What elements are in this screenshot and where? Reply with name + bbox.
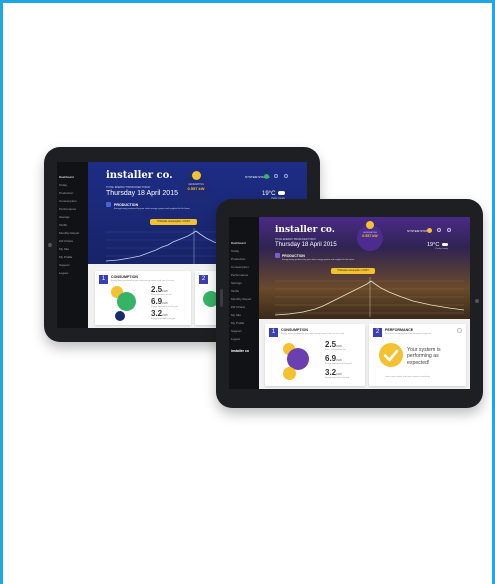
back-sidebar-item[interactable]: Logout	[57, 269, 88, 277]
consumption-export-bubble	[115, 311, 125, 321]
front-date: Thursday 18 April 2015	[275, 242, 337, 248]
back-sidebar-item[interactable]: My Profile	[57, 253, 88, 261]
front-consumption-title: CONSUMPTION	[281, 328, 308, 332]
front-hero: installer co. TOTAL ENERGY PRODUCED TODA…	[259, 217, 470, 319]
front-tablet: Dashboard Today Production Consumption P…	[216, 199, 483, 408]
production-icon	[275, 253, 280, 258]
front-badge-value: 0.557 kW	[362, 234, 378, 238]
front-sidebar-item[interactable]: Logout	[229, 335, 259, 343]
share-icon	[274, 174, 278, 178]
back-sidebar-item[interactable]: Today	[57, 181, 88, 189]
front-sidebar-item[interactable]: Savings	[229, 279, 259, 287]
front-performance-footer[interactable]: Learn more about how your system is work…	[385, 376, 430, 378]
front-performance-title: PERFORMANCE	[385, 328, 414, 332]
back-sidebar-item[interactable]: Tariffs	[57, 221, 88, 229]
front-brand-logo: installer co.	[275, 225, 335, 235]
back-date: Thursday 18 April 2015	[106, 190, 178, 197]
front-consumption-desc: Energy being produced by your solar ener…	[281, 333, 344, 335]
back-badge-value: 0.557 kW	[187, 186, 205, 191]
back-sidebar-item[interactable]: Production	[57, 189, 88, 197]
back-stat-export: 3.2kWh Energy exported to the grid	[151, 309, 176, 320]
back-card-number: 1	[99, 275, 108, 284]
front-sidebar-item[interactable]: Production	[229, 255, 259, 263]
back-sidebar: Dashboard Today Production Consumption P…	[57, 162, 88, 328]
back-stat-grid: 6.9kWh Energy imported from the grid	[151, 297, 178, 308]
front-sidebar-item[interactable]: Today	[229, 247, 259, 255]
front-card-number: 1	[269, 328, 278, 337]
front-weather: 19°C Partly cloudy	[427, 242, 448, 250]
front-consumption-card: 1 CONSUMPTION Energy being produced by y…	[265, 324, 365, 386]
front-tablet-camera	[475, 299, 479, 303]
user-icon	[447, 228, 451, 232]
back-consumption-title: CONSUMPTION	[111, 275, 138, 279]
status-ok-icon	[427, 228, 432, 233]
back-production-desc: Energy being produced by your solar ener…	[114, 208, 190, 210]
back-sidebar-item[interactable]: Dashboard	[57, 173, 88, 181]
consumption-grid-bubble	[117, 292, 136, 311]
front-toggle-button[interactable]: TOGGLE consumption / COST	[331, 268, 375, 274]
share-icon	[437, 228, 441, 232]
front-performance-message: Your system is performing as expected!	[407, 347, 441, 366]
back-brand-logo: installer co.	[106, 170, 173, 181]
front-production-title: PRODUCTION	[282, 254, 305, 258]
back-sidebar-item[interactable]: My Site	[57, 245, 88, 253]
front-sidebar-item[interactable]: Support	[229, 327, 259, 335]
front-card-number: 2	[373, 328, 382, 337]
sun-icon	[191, 171, 201, 180]
checkmark-icon	[379, 343, 403, 367]
back-sidebar-item[interactable]: Support	[57, 261, 88, 269]
front-tablet-side-button	[220, 289, 223, 307]
info-icon[interactable]	[457, 328, 462, 333]
front-sidebar-item[interactable]: My Profile	[229, 319, 259, 327]
back-sidebar-item[interactable]: Monthly Report	[57, 229, 88, 237]
status-ok-icon	[264, 174, 269, 179]
back-sidebar-item[interactable]: Consumption	[57, 197, 88, 205]
back-sidebar-item[interactable]: Performance	[57, 205, 88, 213]
front-sidebar: Dashboard Today Production Consumption P…	[229, 217, 259, 389]
front-sidebar-item[interactable]: Tariffs	[229, 287, 259, 295]
sun-icon	[366, 221, 374, 229]
back-date-caption: TOTAL ENERGY PRODUCED TODAY	[106, 186, 151, 189]
front-sidebar-item[interactable]: kW Charts	[229, 303, 259, 311]
front-production-chart	[274, 277, 465, 317]
back-sidebar-item[interactable]: Savings	[57, 213, 88, 221]
front-performance-card: 2 PERFORMANCE Your solar energy system i…	[369, 324, 466, 386]
front-sidebar-item[interactable]: Performance	[229, 271, 259, 279]
front-sidebar-item[interactable]: Consumption	[229, 263, 259, 271]
consumption-export-bubble	[283, 367, 296, 380]
front-stat-solar: 2.5kWh Solar consumed on site	[325, 340, 346, 351]
back-consumption-desc: Energy being produced by your solar ener…	[111, 280, 174, 282]
front-tablet-screen: Dashboard Today Production Consumption P…	[229, 217, 470, 389]
cloud-icon	[278, 191, 286, 195]
front-stat-grid: 6.9kWh Energy imported from the grid	[325, 354, 352, 365]
back-consumption-card: 1 CONSUMPTION Energy being produced by y…	[95, 271, 191, 325]
cloud-icon	[441, 242, 448, 246]
back-stat-solar: 2.5kWh Solar consumed on site	[151, 285, 172, 296]
back-sidebar-item[interactable]: kW Charts	[57, 237, 88, 245]
back-production-title: PRODUCTION	[114, 203, 139, 207]
front-sidebar-logo: installer co	[231, 349, 249, 353]
user-icon	[284, 174, 288, 178]
back-card-number: 2	[199, 275, 208, 284]
front-stat-export: 3.2kWh Energy exported to the grid	[325, 368, 350, 379]
front-sidebar-item[interactable]: My Site	[229, 311, 259, 319]
back-generating-badge: GENERATING 0.557 kW	[181, 171, 211, 205]
production-icon	[106, 202, 111, 207]
front-production-desc: Energy being produced by your solar ener…	[282, 259, 354, 261]
back-tablet-camera	[48, 243, 52, 247]
front-weather-caption: Partly cloudy	[435, 248, 448, 250]
front-sidebar-item[interactable]: Monthly Report	[229, 295, 259, 303]
front-sidebar-item[interactable]: Dashboard	[229, 239, 259, 247]
front-generating-badge: GENERATING 0.557 kW	[357, 221, 383, 251]
front-performance-desc: Your solar energy system is performing a…	[385, 333, 431, 335]
front-date-caption: TOTAL ENERGY PRODUCED TODAY	[275, 238, 317, 241]
back-toggle-button[interactable]: TOGGLE consumption / COST	[150, 219, 197, 225]
